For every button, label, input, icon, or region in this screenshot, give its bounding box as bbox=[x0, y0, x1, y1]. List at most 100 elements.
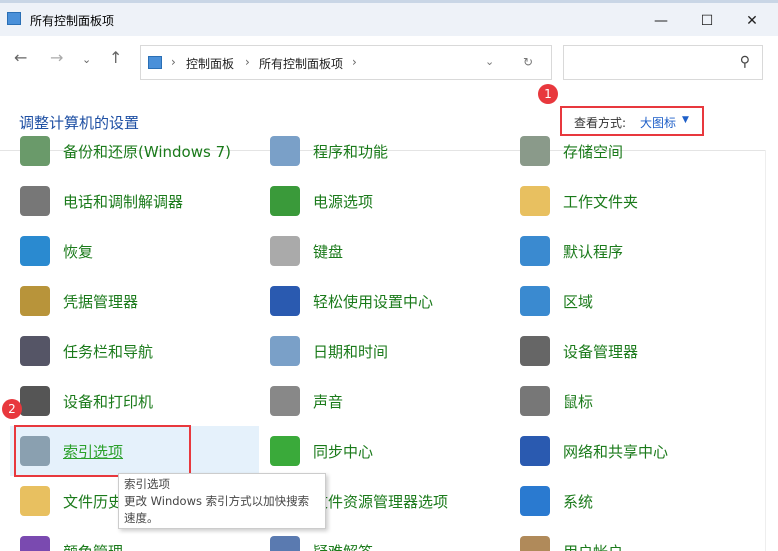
item-label: 程序和功能 bbox=[313, 143, 389, 161]
item-icon bbox=[520, 486, 550, 516]
recent-dropdown-icon[interactable]: ⌄ bbox=[82, 53, 91, 66]
close-button[interactable]: ✕ bbox=[737, 9, 767, 33]
refresh-icon[interactable]: ↻ bbox=[523, 55, 533, 69]
item-label: 备份和还原(Windows 7) bbox=[63, 143, 231, 161]
item-label: 日期和时间 bbox=[313, 343, 389, 361]
breadcrumb-all-items[interactable]: 所有控制面板项 bbox=[259, 55, 343, 72]
control-panel-item[interactable]: 颜色管理 bbox=[0, 526, 245, 551]
item-icon bbox=[520, 236, 550, 266]
minimize-button[interactable]: — bbox=[646, 9, 676, 33]
breadcrumb-control-panel[interactable]: 控制面板 bbox=[186, 55, 234, 72]
control-panel-item[interactable]: 存储空间 bbox=[500, 126, 745, 176]
item-icon bbox=[20, 536, 50, 551]
forward-button[interactable]: → bbox=[50, 48, 63, 67]
control-panel-item[interactable]: 键盘 bbox=[250, 226, 495, 276]
control-panel-item[interactable]: 鼠标 bbox=[500, 376, 745, 426]
control-panel-item[interactable]: 电话和调制解调器 bbox=[0, 176, 245, 226]
item-icon bbox=[270, 236, 300, 266]
control-panel-item[interactable]: 日期和时间 bbox=[250, 326, 495, 376]
item-icon bbox=[20, 486, 50, 516]
control-panel-item[interactable]: 疑难解答 bbox=[250, 526, 495, 551]
control-panel-item[interactable]: 系统 bbox=[500, 476, 745, 526]
item-icon bbox=[270, 386, 300, 416]
item-icon bbox=[20, 236, 50, 266]
item-icon bbox=[520, 536, 550, 551]
item-label: 文件资源管理器选项 bbox=[313, 493, 449, 511]
item-label: 系统 bbox=[563, 493, 594, 511]
item-icon bbox=[270, 436, 300, 466]
control-panel-item[interactable]: 任务栏和导航 bbox=[0, 326, 245, 376]
item-icon bbox=[20, 136, 50, 166]
control-panel-item[interactable]: 设备和打印机 bbox=[0, 376, 245, 426]
item-icon bbox=[520, 136, 550, 166]
item-label: 电源选项 bbox=[313, 193, 374, 211]
item-icon bbox=[270, 186, 300, 216]
address-bar[interactable]: › 控制面板 › 所有控制面板项 › ⌄ ↻ bbox=[140, 45, 552, 80]
search-input[interactable]: ⚲ bbox=[563, 45, 763, 80]
control-panel-item[interactable]: 设备管理器 bbox=[500, 326, 745, 376]
item-icon bbox=[20, 386, 50, 416]
item-icon bbox=[270, 136, 300, 166]
item-label: 颜色管理 bbox=[63, 541, 123, 551]
item-icon bbox=[520, 436, 550, 466]
chevron-down-icon: ▼ bbox=[682, 115, 689, 125]
tooltip-line1: 更改 Windows 索引方式以加快搜索 bbox=[124, 494, 310, 508]
item-icon bbox=[270, 336, 300, 366]
control-panel-item[interactable]: 声音 bbox=[250, 376, 495, 426]
control-panel-item[interactable]: 区域 bbox=[500, 276, 745, 326]
up-button[interactable]: ↑ bbox=[109, 48, 122, 67]
control-panel-item[interactable]: 工作文件夹 bbox=[500, 176, 745, 226]
item-label: 区域 bbox=[563, 293, 594, 311]
item-label: 电话和调制解调器 bbox=[63, 193, 184, 211]
item-label: 工作文件夹 bbox=[563, 193, 639, 211]
control-panel-item[interactable]: 用户帐户 bbox=[500, 526, 745, 551]
back-button[interactable]: ← bbox=[14, 48, 27, 67]
item-icon bbox=[20, 186, 50, 216]
item-icon bbox=[520, 286, 550, 316]
tooltip-line2: 速度。 bbox=[124, 511, 159, 525]
scrollbar[interactable] bbox=[765, 150, 778, 551]
control-panel-item[interactable]: 恢复 bbox=[0, 226, 245, 276]
control-panel-item[interactable]: 凭据管理器 bbox=[0, 276, 245, 326]
tooltip: 索引选项 更改 Windows 索引方式以加快搜索 速度。 bbox=[118, 473, 326, 529]
control-panel-item[interactable]: 网络和共享中心 bbox=[500, 426, 745, 476]
item-label: 鼠标 bbox=[563, 393, 594, 411]
control-panel-item[interactable]: 默认程序 bbox=[500, 226, 745, 276]
maximize-button[interactable]: ☐ bbox=[692, 9, 722, 33]
item-label: 疑难解答 bbox=[313, 541, 373, 551]
control-panel-icon bbox=[7, 12, 21, 25]
item-label: 用户帐户 bbox=[563, 541, 623, 551]
item-icon bbox=[270, 536, 300, 551]
annotation-badge-2: 2 bbox=[2, 399, 22, 419]
item-label: 恢复 bbox=[63, 243, 94, 261]
items-grid: 备份和还原(Windows 7) 程序和功能 存储空间电话和调制解调器 电源选项 工作文… bbox=[0, 126, 765, 551]
control-panel-item[interactable]: 轻松使用设置中心 bbox=[250, 276, 495, 326]
control-panel-item[interactable]: 备份和还原(Windows 7) bbox=[0, 126, 245, 176]
item-label: 默认程序 bbox=[563, 243, 624, 261]
address-dropdown-icon[interactable]: ⌄ bbox=[485, 55, 494, 68]
item-icon bbox=[270, 286, 300, 316]
annotation-highlight-box bbox=[14, 425, 191, 477]
window-title: 所有控制面板项 bbox=[30, 14, 115, 28]
title-bar: 所有控制面板项 — ☐ ✕ bbox=[0, 0, 778, 36]
item-label: 存储空间 bbox=[563, 143, 624, 161]
control-panel-item[interactable]: 同步中心 bbox=[250, 426, 495, 476]
item-label: 声音 bbox=[313, 393, 344, 411]
annotation-badge-1: 1 bbox=[538, 84, 558, 104]
item-icon bbox=[520, 186, 550, 216]
control-panel-item[interactable]: 程序和功能 bbox=[250, 126, 495, 176]
tooltip-title: 索引选项 bbox=[124, 477, 170, 491]
item-icon bbox=[20, 286, 50, 316]
control-panel-icon bbox=[148, 56, 162, 69]
item-label: 键盘 bbox=[313, 243, 344, 261]
search-icon: ⚲ bbox=[739, 54, 750, 70]
item-icon bbox=[520, 386, 550, 416]
item-label: 网络和共享中心 bbox=[563, 443, 669, 461]
item-label: 任务栏和导航 bbox=[63, 343, 154, 361]
item-label: 设备和打印机 bbox=[63, 393, 154, 411]
item-icon bbox=[20, 336, 50, 366]
item-icon bbox=[520, 336, 550, 366]
item-label: 凭据管理器 bbox=[63, 293, 139, 311]
item-label: 设备管理器 bbox=[563, 343, 639, 361]
control-panel-item[interactable]: 电源选项 bbox=[250, 176, 495, 226]
